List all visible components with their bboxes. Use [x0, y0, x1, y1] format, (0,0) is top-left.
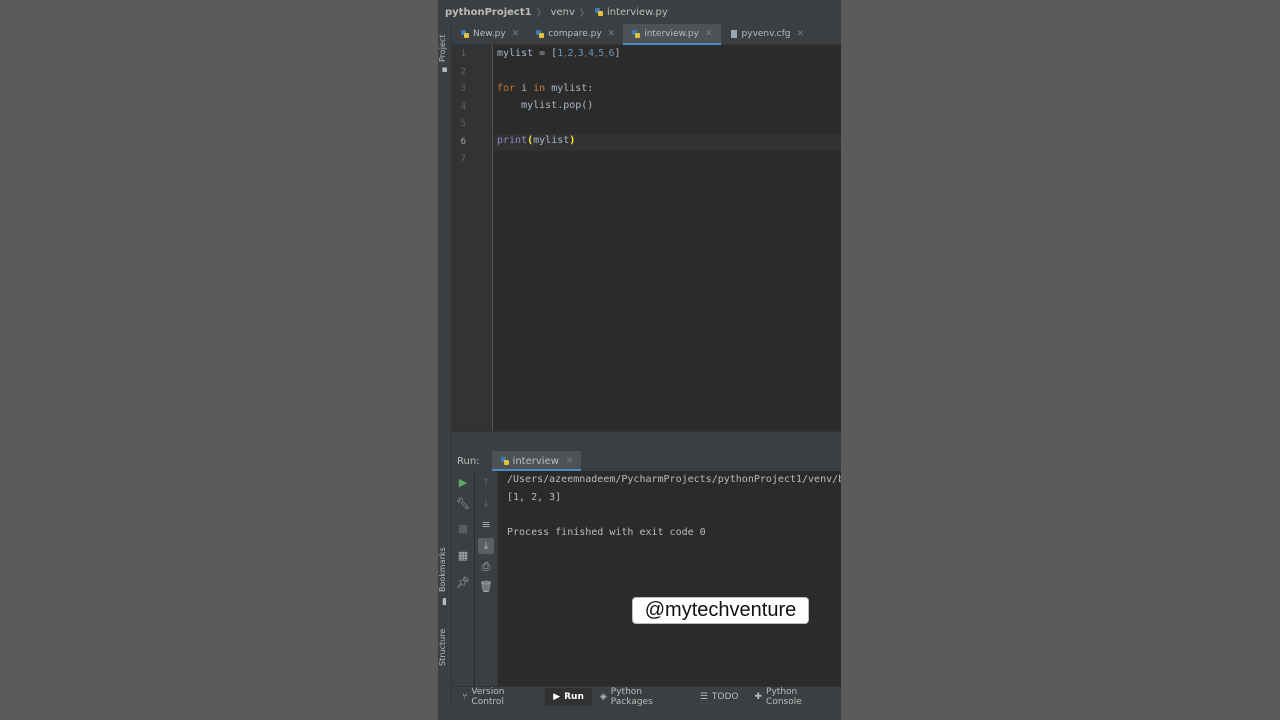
breadcrumb: pythonProject1 〉 venv 〉 interview.py — [438, 0, 841, 24]
python-packages-button[interactable]: ◈ Python Packages — [592, 687, 692, 707]
python-console-button[interactable]: ✚ Python Console — [747, 687, 842, 707]
line-number: 1 — [460, 49, 466, 59]
rerun-play-icon[interactable]: ▶ — [455, 475, 471, 491]
tab-label: New.py — [473, 29, 506, 39]
branch-icon: ⑂ — [462, 692, 468, 702]
arrow-down-icon[interactable]: ↓ — [478, 496, 494, 512]
scroll-to-end-icon[interactable]: ⤓ — [478, 538, 494, 554]
pin-icon[interactable]: 📌︎ — [455, 575, 471, 591]
run-tab-interview[interactable]: interview ✕ — [491, 451, 582, 471]
python-file-icon — [461, 30, 469, 38]
code-line-6[interactable]: print(mylist) — [497, 135, 575, 146]
tab-label: pyvenv.cfg — [741, 29, 791, 39]
tab-pyvenv-cfg[interactable]: pyvenv.cfg ✕ — [721, 24, 812, 44]
arrow-up-icon[interactable]: ↑ — [478, 475, 494, 491]
tab-label: interview.py — [644, 29, 699, 39]
status-label: Run — [564, 692, 584, 702]
trash-icon[interactable]: 🗑︎ — [478, 579, 494, 595]
tab-interview-py[interactable]: interview.py ✕ — [623, 24, 721, 45]
wrench-icon[interactable]: 🔧︎ — [455, 496, 471, 512]
run-toolbar-primary: ▶ 🔧︎ ■ ▦ 📌︎ — [452, 471, 474, 686]
python-file-icon — [536, 30, 545, 38]
chevron-right-icon: 〉 — [536, 8, 546, 19]
bottom-tool-bar: ⑂ Version Control ▶ Run ◈ Python Packages ☰… — [452, 686, 841, 707]
python-file-icon — [632, 30, 641, 38]
code-text: ] — [614, 48, 621, 59]
close-icon[interactable]: ✕ — [705, 29, 713, 39]
line-number-gutter: 1 2 3 4 5 6 7 — [452, 45, 493, 431]
breadcrumb-folder[interactable]: venv — [551, 7, 575, 18]
code-line-1[interactable]: mylist = [1,2,3,4,5,6] — [497, 48, 621, 59]
line-number: 7 — [460, 154, 466, 164]
python-file-icon — [500, 457, 509, 465]
line-number: 4 — [460, 102, 466, 112]
status-label: TODO — [711, 692, 739, 702]
tab-compare-py[interactable]: compare.py ✕ — [527, 24, 623, 44]
tab-label: compare.py — [548, 29, 602, 39]
code-text: mylist = [ — [497, 48, 558, 59]
project-tool-tab[interactable]: Project — [438, 30, 451, 66]
code-text: mylist — [533, 135, 570, 146]
console-line: /Users/azeemnadeem/PycharmProjects/pytho… — [507, 474, 841, 485]
keyword: for — [497, 83, 516, 94]
run-tab-label: interview — [512, 455, 559, 467]
watermark-handle: @mytechventure — [632, 597, 809, 624]
todo-button[interactable]: ☰ TODO — [692, 688, 747, 707]
close-icon[interactable]: ✕ — [512, 29, 520, 39]
status-label: Python Console — [766, 687, 802, 707]
code-line-3[interactable]: for i in mylist: — [497, 83, 593, 94]
soft-wrap-icon[interactable]: ≡ — [478, 517, 494, 533]
run-toolbar-secondary: ↑ ↓ ≡ ⤓ ⎙ 🗑︎ — [475, 471, 498, 686]
run-panel-header: Run: interview ✕ — [452, 451, 841, 471]
close-icon[interactable]: ✕ — [608, 29, 616, 39]
folder-icon[interactable]: ▪ — [440, 66, 449, 75]
list-icon: ☰ — [699, 692, 708, 702]
close-icon[interactable]: ✕ — [796, 29, 804, 39]
paren: ) — [569, 135, 576, 146]
chevron-right-icon: 〉 — [579, 8, 589, 19]
run-tool-button[interactable]: ▶ Run — [545, 687, 592, 707]
status-label: Version Control — [471, 687, 505, 707]
builtin: print — [497, 135, 528, 146]
breadcrumb-project[interactable]: pythonProject1 — [445, 7, 532, 18]
run-console-output[interactable]: /Users/azeemnadeem/PycharmProjects/pytho… — [498, 471, 841, 686]
tab-new-py[interactable]: New.py ✕ — [452, 24, 527, 44]
panel-splitter[interactable] — [452, 431, 841, 452]
structure-tool-tab[interactable]: Structure — [438, 624, 451, 670]
code-text: mylist: — [545, 83, 594, 94]
line-number: 6 — [460, 137, 466, 147]
code-editor[interactable]: mylist = [1,2,3,4,5,6] for i in mylist: … — [494, 45, 841, 431]
run-label: Run: — [457, 455, 480, 467]
stop-icon[interactable]: ■ — [455, 521, 471, 537]
layout-icon[interactable]: ▦ — [455, 548, 471, 564]
print-icon[interactable]: ⎙ — [478, 559, 494, 575]
status-label: Python Packages — [610, 687, 653, 707]
close-icon[interactable]: ✕ — [566, 456, 574, 466]
breadcrumb-file[interactable]: interview.py — [607, 7, 668, 18]
code-text: i — [515, 83, 534, 94]
keyword: in — [533, 83, 546, 94]
bookmarks-tool-tab[interactable]: Bookmarks — [438, 546, 451, 594]
bookmark-icon[interactable]: ▮ — [440, 598, 449, 607]
left-tool-strip: Project ▪ Bookmarks ▮ Structure ▫ — [438, 24, 452, 720]
window-bottom-strip — [438, 706, 841, 720]
python-file-icon — [594, 8, 603, 16]
line-number: 3 — [460, 84, 466, 94]
console-line: [1, 2, 3] — [507, 492, 562, 503]
line-number: 5 — [460, 119, 466, 129]
line-number: 2 — [460, 67, 466, 77]
layers-icon: ◈ — [599, 692, 607, 702]
cfg-file-icon — [730, 30, 737, 38]
python-console-icon: ✚ — [754, 692, 763, 702]
play-icon: ▶ — [553, 692, 561, 702]
editor-tabs: New.py ✕ compare.py ✕ interview.py ✕ pyv… — [452, 24, 841, 45]
code-line-4[interactable]: mylist.pop() — [497, 100, 593, 111]
version-control-button[interactable]: ⑂ Version Control — [452, 687, 545, 707]
console-line: Process finished with exit code 0 — [507, 527, 706, 538]
